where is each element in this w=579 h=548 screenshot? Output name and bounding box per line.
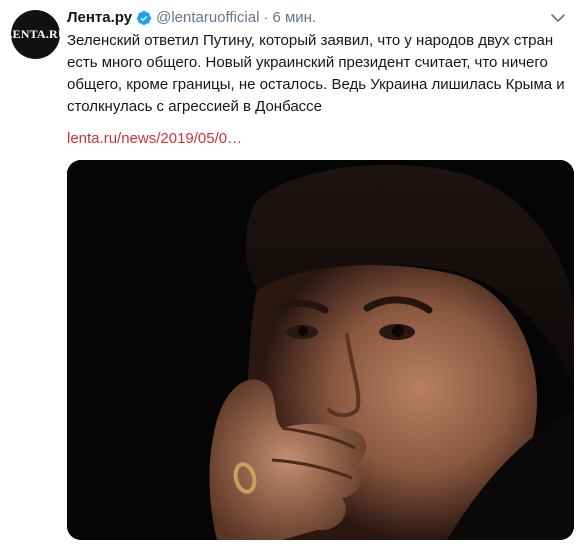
photo-image: [67, 160, 574, 540]
author-name[interactable]: Лента.ру: [67, 8, 132, 28]
tweet-header: Лента.ру @lentaruofficial · 6 мин.: [67, 8, 316, 28]
verified-badge-icon: [137, 11, 152, 25]
avatar[interactable]: LENTA.RU: [4, 10, 67, 59]
chevron-down-icon[interactable]: [549, 10, 567, 26]
tweet: LENTA.RU Лента.ру @lentaruofficial · 6 м…: [0, 0, 579, 548]
tweet-timestamp[interactable]: 6 мин.: [272, 8, 316, 28]
avatar-logo-text: LENTA.RU: [4, 27, 67, 41]
tweet-text: Зеленский ответил Путину, который заявил…: [67, 32, 565, 115]
separator-dot: ·: [263, 9, 269, 26]
article-link[interactable]: lenta.ru/news/2019/05/0…: [67, 128, 242, 150]
tweet-photo[interactable]: [67, 160, 574, 540]
author-handle[interactable]: @lentaruofficial: [156, 8, 259, 28]
